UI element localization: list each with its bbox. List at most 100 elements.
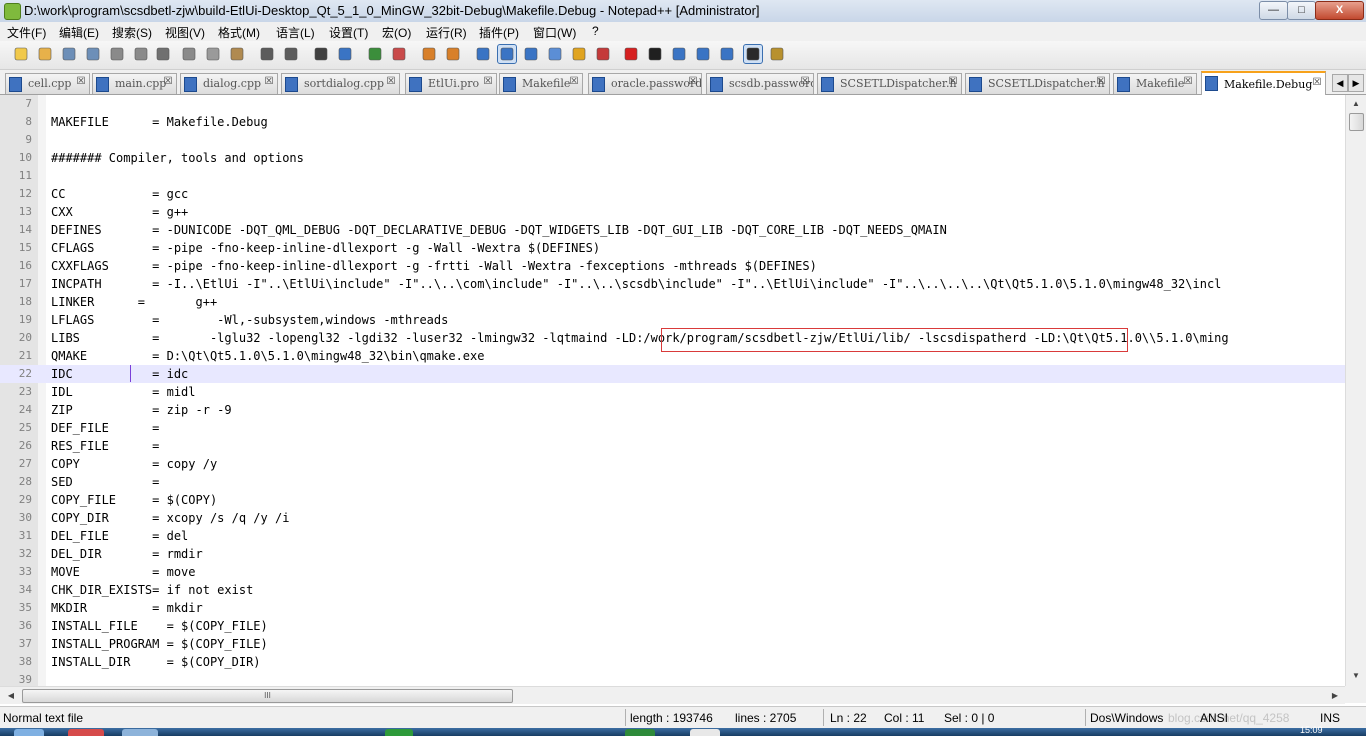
menu-plugins[interactable]: 插件(P) xyxy=(479,24,519,41)
maximize-button[interactable]: □ xyxy=(1287,1,1316,20)
menu-file[interactable]: 文件(F) xyxy=(7,24,46,41)
taskbar-app-icon[interactable] xyxy=(68,729,104,736)
menu-help[interactable]: ? xyxy=(592,24,599,38)
code-line[interactable]: 27 COPY = copy /y xyxy=(0,455,1345,473)
code-line[interactable]: 28 SED = xyxy=(0,473,1345,491)
sync-horizontal-icon[interactable] xyxy=(444,45,462,63)
code-line[interactable]: 38 INSTALL_DIR = $(COPY_DIR) xyxy=(0,653,1345,671)
code-line[interactable]: 12 CC = gcc xyxy=(0,185,1345,203)
tab-close-icon[interactable]: ☒ xyxy=(386,77,396,87)
replace-icon[interactable] xyxy=(336,45,354,63)
code-line[interactable]: 19 LFLAGS = -Wl,-subsystem,windows -mthre… xyxy=(0,311,1345,329)
menu-search[interactable]: 搜索(S) xyxy=(112,24,152,41)
tab-close-icon[interactable]: ☒ xyxy=(948,77,958,87)
open-file-icon[interactable] xyxy=(36,45,54,63)
code-line[interactable]: 33 MOVE = move xyxy=(0,563,1345,581)
horizontal-scroll-thumb[interactable]: III xyxy=(22,689,513,703)
undo-icon[interactable] xyxy=(258,45,276,63)
code-line[interactable]: 34 CHK_DIR_EXISTS= if not exist xyxy=(0,581,1345,599)
paste-icon[interactable] xyxy=(228,45,246,63)
tab-scroll-left[interactable]: ◀ xyxy=(1332,74,1348,92)
tab-close-icon[interactable]: ☒ xyxy=(163,77,173,87)
code-line[interactable]: 39 xyxy=(0,671,1345,686)
code-line[interactable]: 13 CXX = g++ xyxy=(0,203,1345,221)
find-icon[interactable] xyxy=(312,45,330,63)
spell-check-icon[interactable] xyxy=(743,44,763,64)
horizontal-scrollbar[interactable]: ◀ III ▶ xyxy=(0,686,1345,704)
tab-scsetldispatcher-h-2[interactable]: SCSETLDispatcher.h ☒ xyxy=(965,73,1110,94)
code-line[interactable]: 25 DEF_FILE = xyxy=(0,419,1345,437)
menu-window[interactable]: 窗口(W) xyxy=(533,24,576,41)
tab-close-icon[interactable]: ☒ xyxy=(688,77,698,87)
vertical-scroll-thumb[interactable] xyxy=(1349,113,1364,131)
code-line[interactable]: 24 ZIP = zip -r -9 xyxy=(0,401,1345,419)
tab-cell-cpp[interactable]: cell.cpp ☒ xyxy=(5,73,90,94)
code-line[interactable]: 30 COPY_DIR = xcopy /s /q /y /i xyxy=(0,509,1345,527)
cut-icon[interactable] xyxy=(180,45,198,63)
start-button[interactable] xyxy=(14,729,44,736)
record-macro-icon[interactable] xyxy=(622,45,640,63)
taskbar-app-icon[interactable] xyxy=(625,729,655,736)
settings-icon[interactable] xyxy=(768,45,786,63)
tab-close-icon[interactable]: ☒ xyxy=(800,77,810,87)
menu-run[interactable]: 运行(R) xyxy=(426,24,467,41)
code-line[interactable]: 26 RES_FILE = xyxy=(0,437,1345,455)
save-icon[interactable] xyxy=(60,45,78,63)
tab-makefile[interactable]: Makefile ☒ xyxy=(499,73,583,94)
menu-format[interactable]: 格式(M) xyxy=(218,24,260,41)
scroll-right-icon[interactable]: ▶ xyxy=(1328,689,1342,702)
menu-view[interactable]: 视图(V) xyxy=(165,24,205,41)
code-line[interactable]: 16 CXXFLAGS = -pipe -fno-keep-inline-dlle… xyxy=(0,257,1345,275)
word-wrap-icon[interactable] xyxy=(474,45,492,63)
tab-etlui-pro[interactable]: EtlUi.pro ☒ xyxy=(405,73,497,94)
menu-edit[interactable]: 编辑(E) xyxy=(59,24,99,41)
tab-scsdb-password[interactable]: scsdb.password ☒ xyxy=(706,73,814,94)
code-line[interactable]: 17 INCPATH = -I..\EtlUi -I"..\EtlUi\inclu… xyxy=(0,275,1345,293)
run-macro-multiple-icon[interactable] xyxy=(694,45,712,63)
editor-area[interactable]: 7 8 MAKEFILE = Makefile.Debug 9 10 ####### Co… xyxy=(0,95,1345,686)
play-macro-icon[interactable] xyxy=(670,45,688,63)
menu-settings[interactable]: 设置(T) xyxy=(329,24,368,41)
function-list-icon[interactable] xyxy=(594,45,612,63)
sync-vertical-icon[interactable] xyxy=(420,45,438,63)
tab-close-icon[interactable]: ☒ xyxy=(569,77,579,87)
zoom-in-icon[interactable] xyxy=(366,45,384,63)
code-line[interactable]: 10 ####### Compiler, tools and options xyxy=(0,149,1345,167)
tab-oracle-password[interactable]: oracle.password ☒ xyxy=(588,73,702,94)
stop-record-icon[interactable] xyxy=(646,45,664,63)
code-line[interactable]: 9 xyxy=(0,131,1345,149)
tab-scroll-right[interactable]: ▶ xyxy=(1348,74,1364,92)
doc-map-icon[interactable] xyxy=(570,45,588,63)
tab-close-icon[interactable]: ☒ xyxy=(1183,77,1193,87)
tab-main-cpp[interactable]: main.cpp ☒ xyxy=(92,73,177,94)
close-file-icon[interactable] xyxy=(108,45,126,63)
menu-macro[interactable]: 宏(O) xyxy=(382,24,411,41)
code-line[interactable]: 37 INSTALL_PROGRAM = $(COPY_FILE) xyxy=(0,635,1345,653)
scroll-up-icon[interactable]: ▲ xyxy=(1349,97,1363,111)
tab-scsetldispatcher-h[interactable]: SCSETLDispatcher.h ☒ xyxy=(817,73,962,94)
code-line[interactable]: 32 DEL_DIR = rmdir xyxy=(0,545,1345,563)
copy-icon[interactable] xyxy=(204,45,222,63)
taskbar-app-icon[interactable] xyxy=(122,729,158,736)
code-line[interactable]: 11 xyxy=(0,167,1345,185)
minimize-button[interactable]: — xyxy=(1259,1,1288,20)
code-line[interactable]: 22 IDC = idc xyxy=(0,365,1345,383)
user-language-icon[interactable] xyxy=(546,45,564,63)
tab-close-icon[interactable]: ☒ xyxy=(1096,77,1106,87)
code-line[interactable]: 8 MAKEFILE = Makefile.Debug xyxy=(0,113,1345,131)
save-all-icon[interactable] xyxy=(84,45,102,63)
tab-close-icon[interactable]: ☒ xyxy=(1312,78,1322,88)
code-line[interactable]: 15 CFLAGS = -pipe -fno-keep-inline-dllexp… xyxy=(0,239,1345,257)
code-line[interactable]: 18 LINKER = g++ xyxy=(0,293,1345,311)
taskbar-app-icon[interactable] xyxy=(690,729,720,736)
zoom-out-icon[interactable] xyxy=(390,45,408,63)
code-line[interactable]: 36 INSTALL_FILE = $(COPY_FILE) xyxy=(0,617,1345,635)
save-macro-icon[interactable] xyxy=(718,45,736,63)
tab-close-icon[interactable]: ☒ xyxy=(264,77,274,87)
code-line[interactable]: 14 DEFINES = -DUNICODE -DQT_QML_DEBUG -DQ… xyxy=(0,221,1345,239)
tab-makefile-debug[interactable]: Makefile.Debug ☒ xyxy=(1201,71,1326,96)
new-file-icon[interactable] xyxy=(12,45,30,63)
scroll-down-icon[interactable]: ▼ xyxy=(1349,669,1363,683)
code-line[interactable]: 29 COPY_FILE = $(COPY) xyxy=(0,491,1345,509)
tab-close-icon[interactable]: ☒ xyxy=(483,77,493,87)
